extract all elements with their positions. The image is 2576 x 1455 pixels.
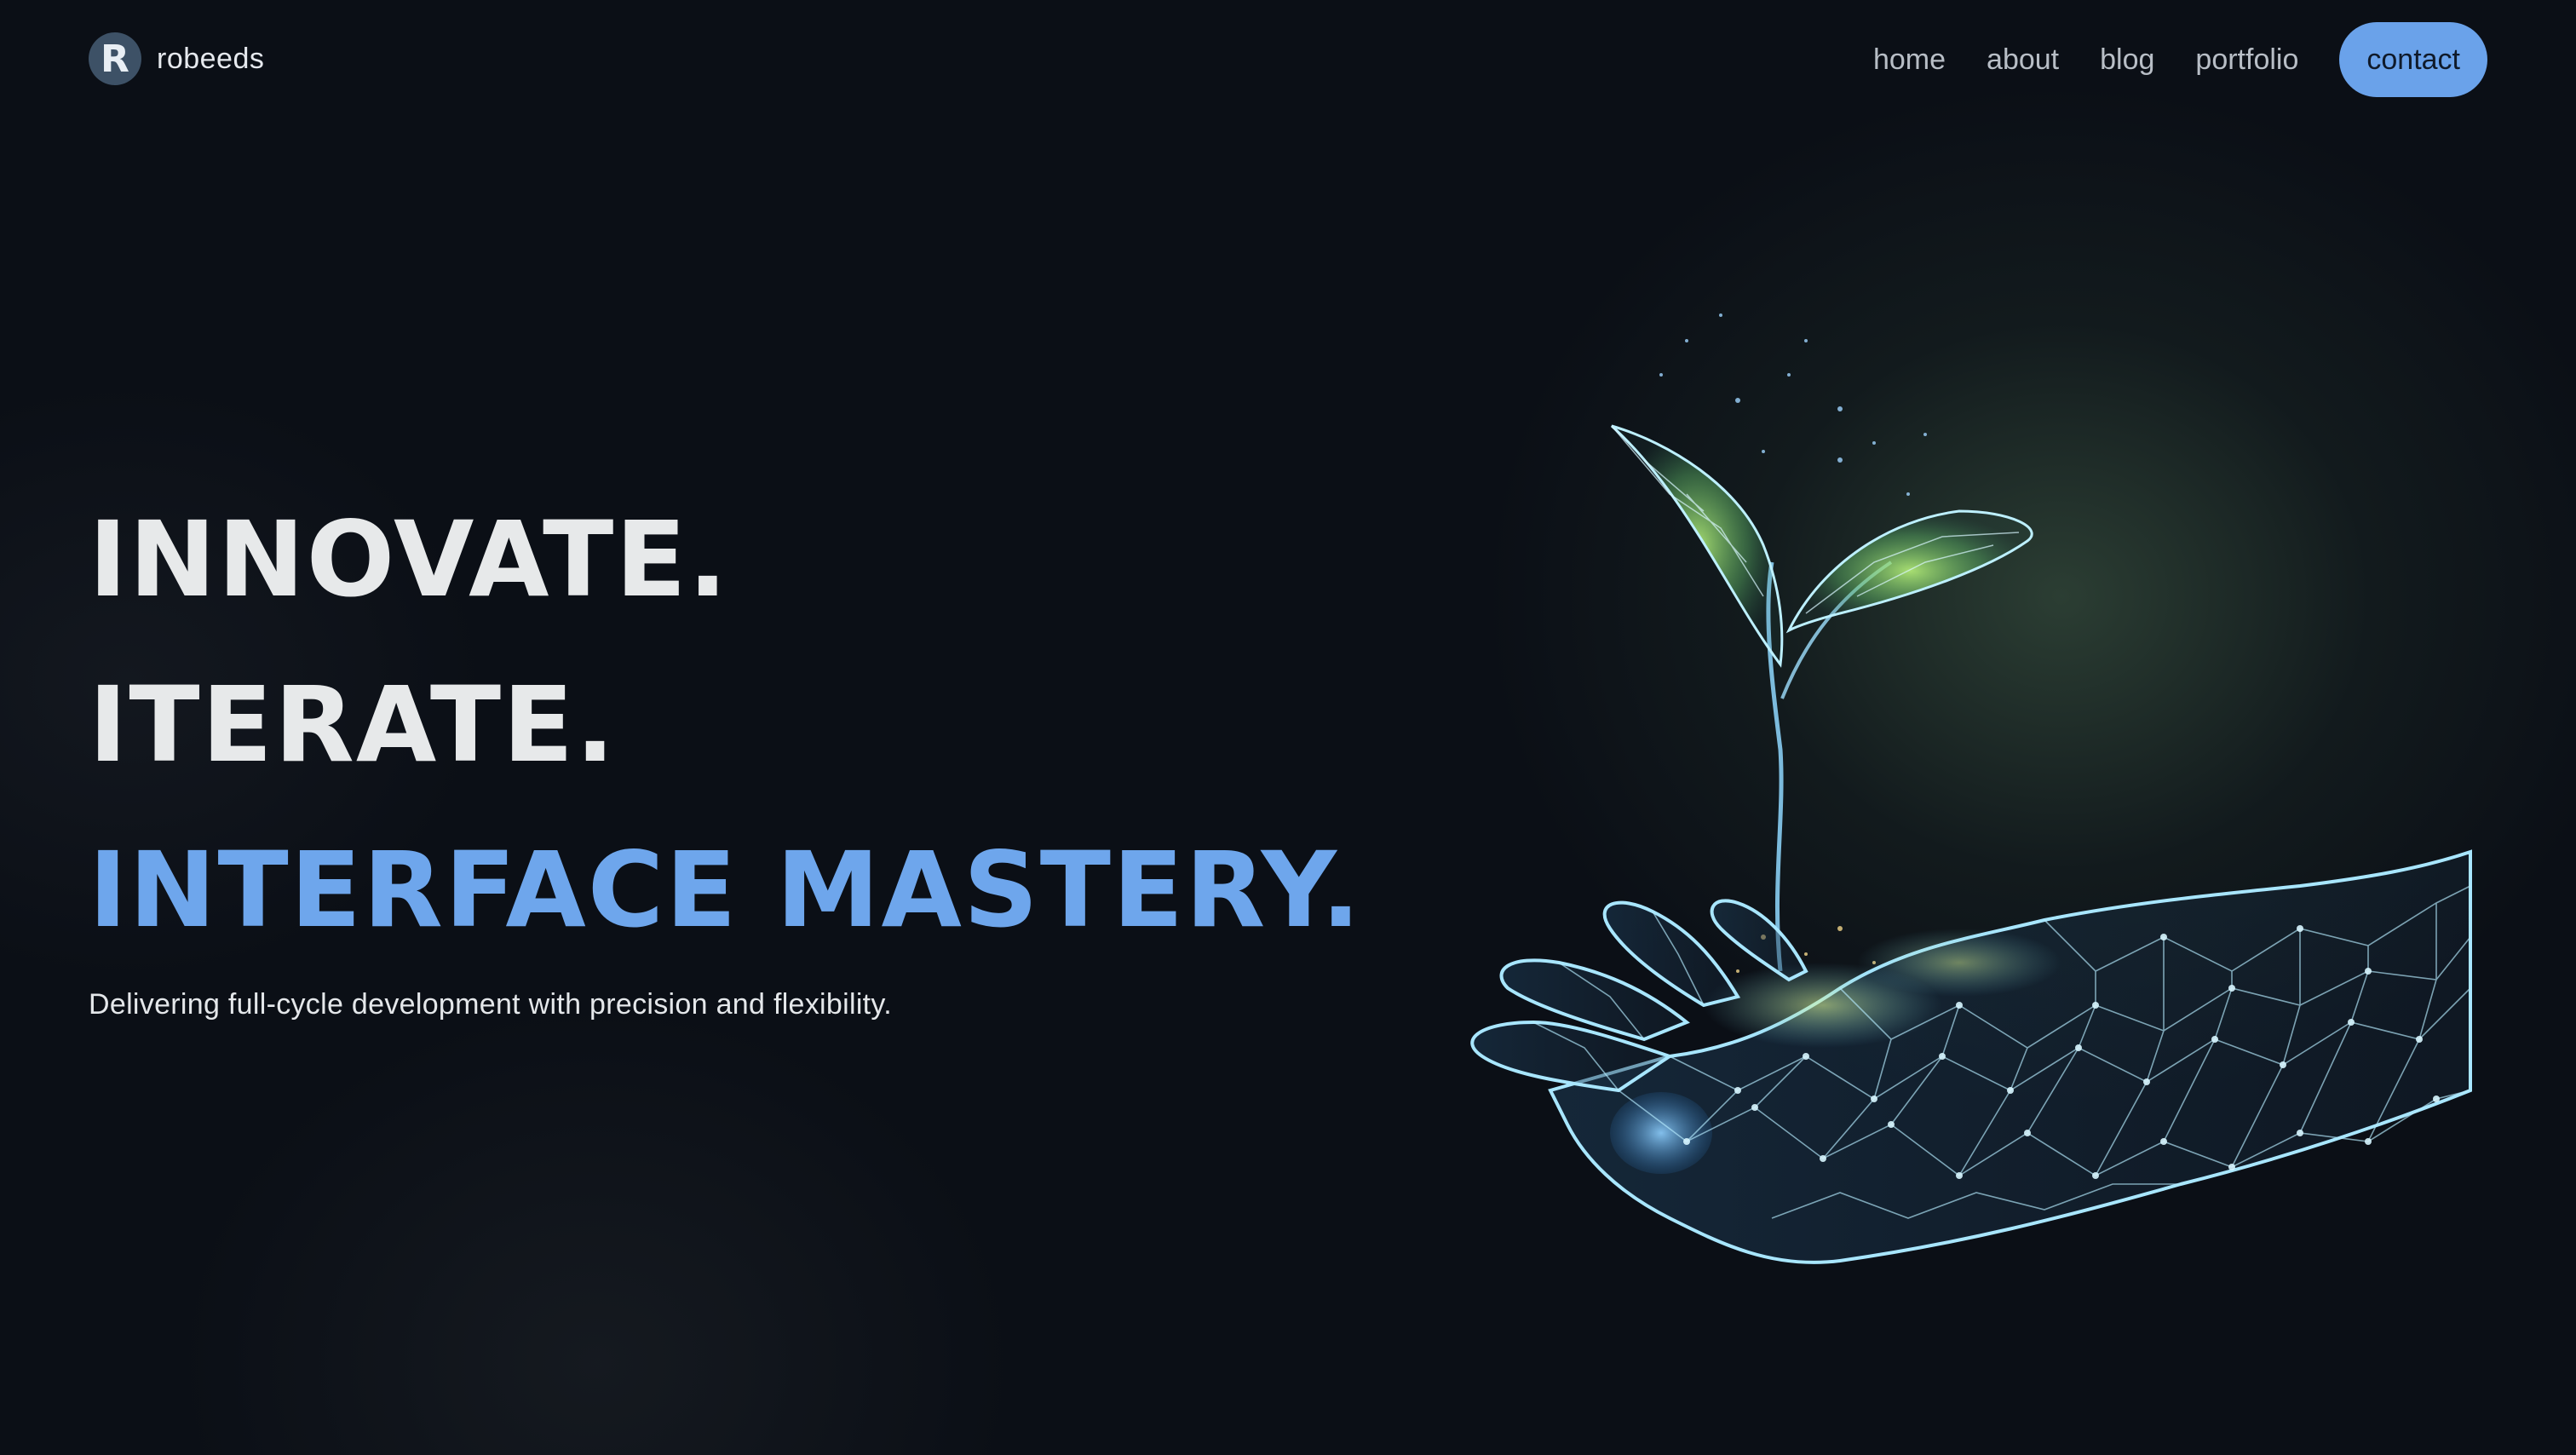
contact-button[interactable]: contact [2339,22,2487,97]
nav-link-about[interactable]: about [1987,43,2059,77]
nav-link-blog[interactable]: blog [2100,43,2154,77]
wireframe-hand [1470,849,2472,1264]
wireframe-hand-holding-sprout-icon [1470,313,2472,1264]
hero-headline-interface-mastery: INTERFACE MASTERY. [89,830,1363,951]
sprout-right-leaf [1785,509,2033,634]
main-nav: home about blog portfolio contact [1873,22,2487,97]
nav-link-portfolio[interactable]: portfolio [2195,43,2298,77]
sprout-left-leaf [1610,424,1784,668]
page: R robeeds home about blog portfolio cont… [0,0,2576,1455]
nav-link-home[interactable]: home [1873,43,1946,77]
hero-subtitle: Delivering full-cycle development with p… [89,988,892,1021]
hero-headline-innovate: INNOVATE. [89,499,730,620]
brand-logo-icon[interactable]: R [89,32,141,85]
hero-headline-iterate: ITERATE. [89,664,617,785]
brand-name[interactable]: robeeds [157,43,264,76]
hero-section: INNOVATE. ITERATE. INTERFACE MASTERY. De… [89,477,1362,1021]
brand[interactable]: R robeeds [89,32,264,85]
